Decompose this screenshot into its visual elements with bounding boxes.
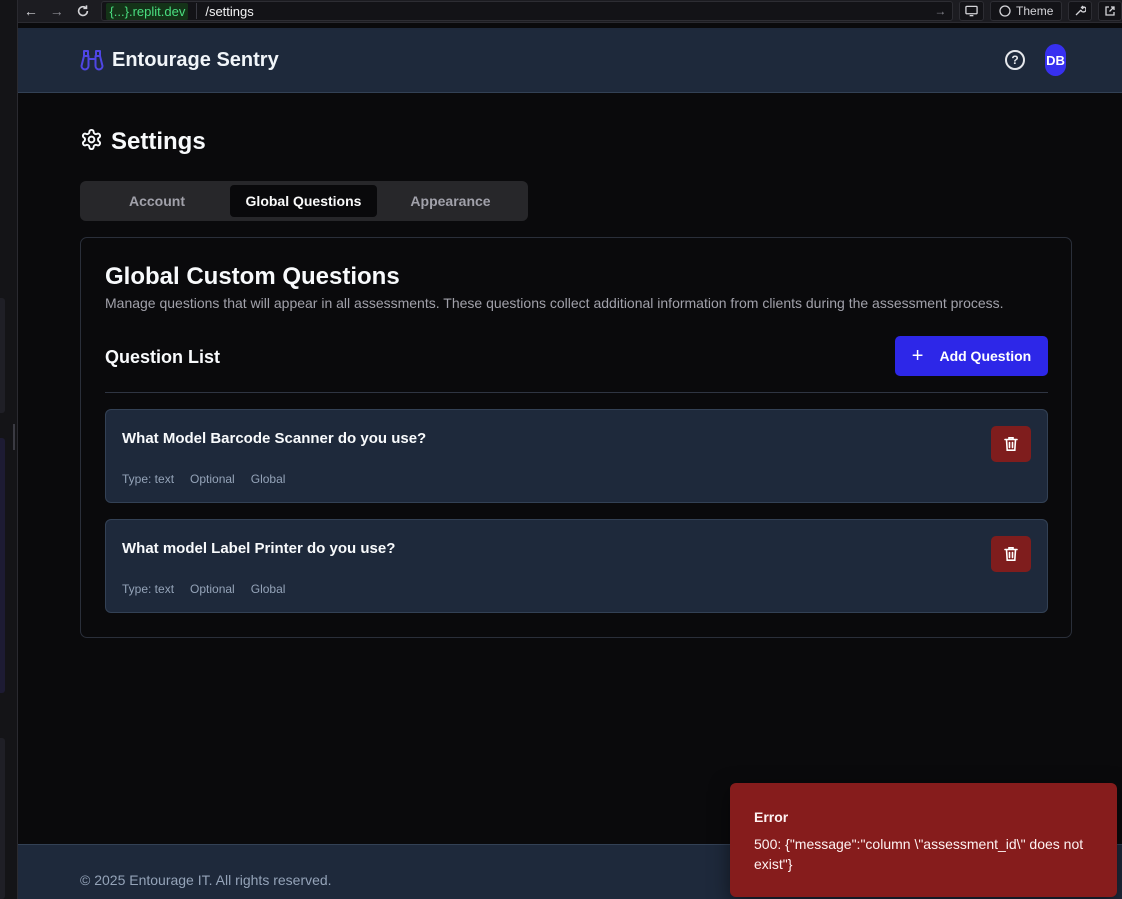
add-question-button[interactable]: + Add Question (895, 336, 1048, 376)
monitor-icon (965, 5, 979, 17)
tools-button[interactable] (1068, 1, 1092, 21)
side-panel-section (0, 738, 5, 899)
open-new-tab-button[interactable] (1098, 1, 1122, 21)
question-meta: Type: text Optional Global (122, 582, 285, 596)
tab-appearance[interactable]: Appearance (377, 185, 524, 217)
url-domain: {...}.replit.dev (106, 2, 189, 20)
toast-title: Error (754, 809, 789, 825)
question-type: Type: text (122, 582, 175, 596)
url-path: /settings (205, 3, 254, 19)
toast-message: 500: {"message":"column \"assessment_id\… (754, 836, 1084, 872)
brand-name[interactable]: Entourage Sentry (112, 49, 279, 72)
delete-question-button[interactable] (991, 536, 1031, 572)
app-header: Entourage Sentry ? DB (18, 28, 1122, 93)
question-text: What model Label Printer do you use? (122, 540, 396, 557)
gear-icon (80, 128, 103, 156)
question-required: Optional (190, 472, 235, 486)
help-icon[interactable]: ? (1005, 50, 1025, 70)
browser-toolbar: ← → {...}.replit.dev /settings → Theme (18, 0, 1122, 23)
delete-question-button[interactable] (991, 426, 1031, 462)
external-link-icon (1105, 6, 1115, 16)
address-bar[interactable]: {...}.replit.dev /settings → (101, 1, 954, 21)
reload-icon[interactable] (70, 0, 96, 23)
avatar[interactable]: DB (1045, 44, 1066, 76)
trash-icon (1004, 437, 1018, 451)
wrench-icon (1075, 5, 1086, 16)
error-toast[interactable]: Error 500: {"message":"column \"assessme… (730, 783, 1117, 897)
forward-arrow-icon[interactable]: → (44, 0, 70, 23)
tab-account[interactable]: Account (84, 185, 230, 217)
url-separator (196, 3, 198, 19)
global-questions-card: Global Custom Questions Manage questions… (80, 237, 1072, 638)
question-required: Optional (190, 582, 235, 596)
page-title: Settings (80, 128, 206, 156)
question-scope: Global (250, 582, 286, 596)
theme-label: Theme (1016, 4, 1054, 18)
question-type: Type: text (122, 472, 175, 486)
back-arrow-icon[interactable]: ← (18, 0, 44, 23)
divider (105, 392, 1048, 393)
question-item: What model Label Printer do you use? Typ… (105, 519, 1048, 613)
question-meta: Type: text Optional Global (122, 472, 285, 486)
side-panel-section (0, 438, 5, 693)
theme-button[interactable]: Theme (990, 1, 1062, 21)
card-description: Manage questions that will appear in all… (105, 295, 1004, 311)
question-item: What Model Barcode Scanner do you use? T… (105, 409, 1048, 503)
go-arrow-icon[interactable]: → (934, 4, 946, 18)
card-title: Global Custom Questions (105, 263, 400, 290)
side-panel-strip (0, 0, 18, 899)
add-question-label: Add Question (939, 348, 1032, 364)
footer-copyright: © 2025 Entourage IT. All rights reserved… (80, 872, 332, 888)
palette-icon (999, 5, 1011, 17)
question-scope: Global (250, 472, 286, 486)
binoculars-icon (80, 49, 104, 71)
page-title-text: Settings (111, 128, 206, 155)
settings-tabs: Account Global Questions Appearance (80, 181, 528, 221)
plus-icon: + (911, 345, 924, 367)
devices-button[interactable] (959, 1, 985, 21)
trash-icon (1004, 547, 1018, 561)
question-text: What Model Barcode Scanner do you use? (122, 430, 427, 447)
question-list-title: Question List (105, 347, 221, 367)
tab-global-questions[interactable]: Global Questions (230, 185, 377, 217)
side-panel-section (0, 298, 5, 413)
resize-handle[interactable] (13, 424, 15, 450)
